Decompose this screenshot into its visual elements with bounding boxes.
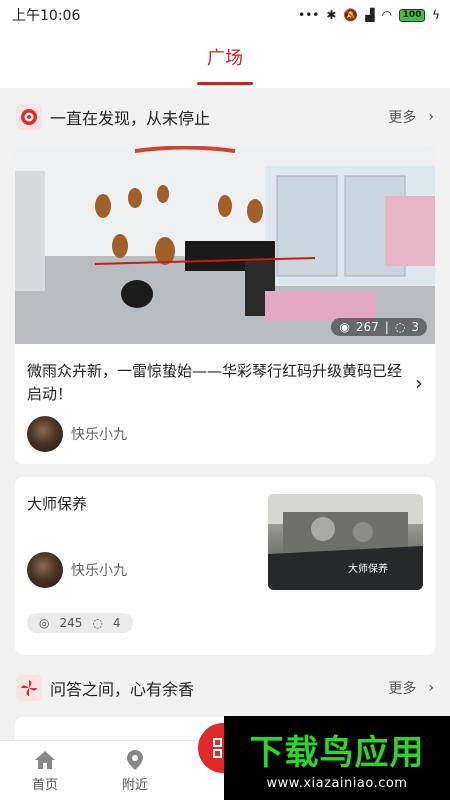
- wifi-icon: ◠: [381, 8, 393, 22]
- article-stats: ◎ 245 ◌ 4: [27, 613, 133, 633]
- stats-divider: |: [384, 320, 389, 334]
- section-discover-header: 一直在发现，从未停止 更多 ›: [0, 88, 450, 146]
- article-cover-image: ◉ 267 | ◌ 3: [15, 146, 435, 344]
- map-pin-icon: [127, 749, 143, 770]
- watermark-banner: 下载鸟应用 www.xiazainiao.com: [224, 716, 450, 800]
- chevron-right-icon[interactable]: ›: [415, 371, 423, 395]
- watermark-title: 下载鸟应用: [249, 733, 425, 773]
- watermark-url: www.xiazainiao.com: [266, 776, 408, 791]
- article-stats: ◉ 267 | ◌ 3: [331, 318, 427, 336]
- bluetooth-icon: ✱: [326, 8, 337, 22]
- signal-icon: ▟: [365, 8, 375, 22]
- pinwheel-icon: [16, 675, 42, 701]
- comment-icon: ◌: [394, 320, 406, 334]
- article-body: 微雨众卉新，一雷惊蛰始——华彩琴行红码升级黄码已经启动！ › 快乐小九: [15, 344, 435, 464]
- chevron-right-icon: ›: [428, 109, 434, 125]
- status-icons: ••• ✱ 🔕 ▟ ◠ 100 ϟ: [298, 8, 440, 22]
- article-title[interactable]: 微雨众卉新，一雷惊蛰始——华彩琴行红码升级黄码已经启动！: [27, 360, 409, 406]
- avatar[interactable]: [27, 552, 63, 588]
- target-icon: [16, 104, 42, 130]
- view-count: 245: [59, 616, 83, 630]
- nav-nearby-label: 附近: [121, 777, 148, 793]
- author-name: 快乐小九: [71, 563, 127, 579]
- chevron-right-icon: ›: [428, 680, 434, 696]
- nav-nearby[interactable]: 附近: [90, 749, 180, 793]
- author-info[interactable]: 快乐小九: [27, 416, 423, 452]
- article-card[interactable]: 大师保养 快乐小九 大师保养 ◎ 245 ◌ 4: [15, 477, 435, 655]
- article-card[interactable]: ◉ 267 | ◌ 3 微雨众卉新，一雷惊蛰始——华彩琴行红码升级黄码已经启动！…: [15, 146, 435, 464]
- article-thumbnail[interactable]: 大师保养: [268, 494, 423, 590]
- mute-icon: 🔕: [343, 8, 359, 22]
- more-link[interactable]: 更多 ›: [388, 678, 434, 698]
- comment-count: 4: [112, 616, 121, 630]
- comment-count: 3: [411, 320, 419, 334]
- battery-icon: 100: [399, 8, 426, 22]
- eye-icon: ◎: [39, 616, 50, 630]
- tab-square[interactable]: 广场: [197, 44, 253, 85]
- eye-icon: ◉: [339, 320, 350, 334]
- comment-icon: ◌: [92, 616, 103, 630]
- status-time: 上午10:06: [12, 8, 81, 24]
- more-label: 更多: [388, 110, 417, 126]
- section-title: 问答之间，心有余香: [50, 680, 195, 699]
- author-name: 快乐小九: [71, 427, 127, 443]
- home-icon: [35, 750, 55, 769]
- more-link[interactable]: 更多 ›: [388, 107, 434, 127]
- more-label: 更多: [388, 681, 417, 697]
- charging-icon: ϟ: [432, 8, 440, 22]
- section-title: 一直在发现，从未停止: [50, 109, 211, 128]
- avatar[interactable]: [27, 416, 63, 452]
- nav-home[interactable]: 首页: [0, 749, 90, 793]
- status-bar: 上午10:06 ••• ✱ 🔕 ▟ ◠ 100 ϟ: [0, 0, 450, 30]
- top-tab-bar: 广场: [0, 30, 450, 88]
- section-qa-header: 问答之间，心有余香 更多 ›: [0, 659, 450, 717]
- dots-icon: •••: [298, 8, 320, 22]
- thumbnail-logo-text: 大师保养: [348, 564, 388, 575]
- nav-home-label: 首页: [31, 777, 58, 793]
- view-count: 267: [355, 320, 379, 334]
